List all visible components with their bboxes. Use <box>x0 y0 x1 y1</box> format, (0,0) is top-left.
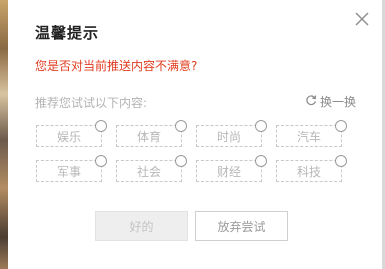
refresh-button[interactable]: 换一换 <box>305 93 356 110</box>
ok-button[interactable]: 好的 <box>95 211 188 241</box>
radio-circle-icon[interactable] <box>335 120 347 132</box>
tag-label: 科技 <box>296 164 321 179</box>
radio-circle-icon[interactable] <box>255 120 267 132</box>
tag-label: 社会 <box>136 164 161 179</box>
background-page <box>0 0 8 269</box>
radio-circle-icon[interactable] <box>95 155 107 167</box>
tag-label: 体育 <box>136 129 161 144</box>
radio-circle-icon[interactable] <box>95 120 107 132</box>
close-icon[interactable] <box>354 11 370 27</box>
tag-option[interactable]: 军事 <box>36 155 107 182</box>
tag-label: 军事 <box>56 164 81 179</box>
question-text: 您是否对当前推送内容不满意? <box>35 59 198 73</box>
refresh-icon <box>305 94 317 109</box>
tag-option[interactable]: 社会 <box>116 155 187 182</box>
tag-option[interactable]: 汽车 <box>276 120 347 147</box>
radio-circle-icon[interactable] <box>175 155 187 167</box>
radio-circle-icon[interactable] <box>335 155 347 167</box>
tag-label: 汽车 <box>296 129 321 144</box>
tag-option[interactable]: 时尚 <box>196 120 267 147</box>
dialog-title: 温馨提示 <box>35 24 100 42</box>
refresh-label: 换一换 <box>319 95 356 109</box>
radio-circle-icon[interactable] <box>255 155 267 167</box>
tag-option[interactable]: 娱乐 <box>36 120 107 147</box>
tag-label: 时尚 <box>216 129 241 144</box>
tag-option[interactable]: 体育 <box>116 120 187 147</box>
prompt-text: 推荐您试试以下内容: <box>35 96 148 110</box>
tag-option[interactable]: 财经 <box>196 155 267 182</box>
tag-option[interactable]: 科技 <box>276 155 347 182</box>
give-up-button[interactable]: 放弃尝试 <box>195 211 288 241</box>
tag-label: 财经 <box>216 164 241 179</box>
recommendation-dialog: 温馨提示 您是否对当前推送内容不满意? 推荐您试试以下内容: 换一换 娱乐 体育… <box>8 0 382 269</box>
radio-circle-icon[interactable] <box>175 120 187 132</box>
tag-label: 娱乐 <box>56 129 81 144</box>
